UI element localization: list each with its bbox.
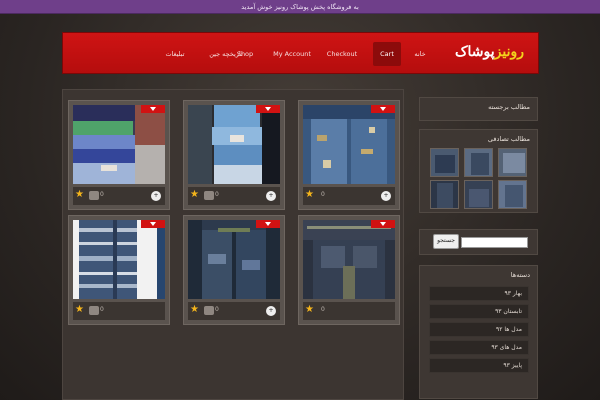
product-image[interactable] (303, 220, 395, 299)
product-grid: ★ 0 + ★ 0 + ★ 0 + ★ 0 ★ 0 + ★ 0 (62, 89, 404, 400)
product-action-bar: ★ 0 (73, 302, 165, 320)
product-dropdown-button[interactable] (141, 105, 165, 113)
category-item[interactable]: مدل های ۹۳ (429, 340, 529, 355)
star-icon[interactable]: ★ (75, 304, 87, 316)
product-image[interactable] (303, 105, 395, 184)
product-card[interactable]: ★ 0 + (183, 215, 285, 325)
product-action-bar: ★ 0 + (188, 187, 280, 205)
random-thumb[interactable] (498, 148, 527, 177)
comment-count: 0 (100, 306, 104, 313)
welcome-text: به فروشگاه پخش پوشاک رونیز خوش آمدید (241, 2, 359, 11)
nav-item-checkout[interactable]: Checkout (325, 42, 359, 66)
product-action-bar: ★ 0 (303, 302, 395, 320)
product-dropdown-button[interactable] (256, 220, 280, 228)
featured-widget: مطالب برجسته (419, 97, 538, 121)
star-icon[interactable]: ★ (305, 304, 317, 316)
random-posts-title: مطالب تصادفی (487, 135, 530, 143)
star-icon[interactable]: ★ (305, 189, 317, 201)
category-item[interactable]: مدل ها ۹۲ (429, 322, 529, 337)
add-to-cart-button[interactable]: + (381, 191, 391, 201)
comment-count: 0 (321, 306, 325, 313)
chevron-down-icon (150, 222, 156, 226)
comment-icon[interactable] (204, 306, 214, 315)
search-input[interactable] (461, 237, 528, 248)
comment-count: 0 (215, 306, 219, 313)
comment-count: 0 (215, 191, 219, 198)
star-icon[interactable]: ★ (75, 189, 87, 201)
add-to-cart-button[interactable]: + (266, 306, 276, 316)
product-image[interactable] (188, 220, 280, 299)
nav-item-shop[interactable]: Shop (231, 42, 259, 66)
search-button[interactable]: جستجو (433, 234, 459, 249)
site-logo[interactable]: رونیزپوشاک (455, 44, 524, 60)
product-dropdown-button[interactable] (371, 220, 395, 228)
logo-part-1: پوشاک (454, 44, 495, 60)
product-action-bar: ★ 0 + (303, 187, 395, 205)
featured-title: مطالب برجسته (488, 103, 530, 111)
category-item[interactable]: تابستان ۹۳ (429, 304, 529, 319)
nav-item-cart[interactable]: Cart (373, 42, 401, 66)
nav-item-my-account[interactable]: My Account (269, 42, 315, 66)
star-icon[interactable]: ★ (190, 189, 202, 201)
random-thumb[interactable] (464, 148, 493, 177)
comment-icon[interactable] (89, 191, 99, 200)
random-thumb[interactable] (464, 180, 493, 209)
categories-widget: دسته‌ها بهار ۹۳ تابستان ۹۳ مدل ها ۹۲ مدل… (419, 265, 538, 399)
site-header: تبلیغات تاریخچه جین Shop My Account Chec… (62, 32, 539, 74)
comment-icon[interactable] (204, 191, 214, 200)
random-thumb[interactable] (430, 148, 459, 177)
comment-count: 0 (321, 191, 325, 198)
product-card[interactable]: ★ 0 + (68, 100, 170, 210)
product-action-bar: ★ 0 + (188, 302, 280, 320)
comment-icon[interactable] (89, 306, 99, 315)
nav-item-home[interactable]: خانه (409, 42, 431, 66)
product-action-bar: ★ 0 + (73, 187, 165, 205)
product-image[interactable] (188, 105, 280, 184)
product-dropdown-button[interactable] (141, 220, 165, 228)
chevron-down-icon (380, 107, 386, 111)
chevron-down-icon (150, 107, 156, 111)
product-card[interactable]: ★ 0 + (298, 100, 400, 210)
product-card[interactable]: ★ 0 + (183, 100, 285, 210)
product-dropdown-button[interactable] (371, 105, 395, 113)
add-to-cart-button[interactable]: + (266, 191, 276, 201)
chevron-down-icon (380, 222, 386, 226)
random-thumb[interactable] (498, 180, 527, 209)
product-image[interactable] (73, 220, 165, 299)
welcome-bar: به فروشگاه پخش پوشاک رونیز خوش آمدید (0, 0, 600, 14)
product-dropdown-button[interactable] (256, 105, 280, 113)
product-card[interactable]: ★ 0 (68, 215, 170, 325)
star-icon[interactable]: ★ (190, 304, 202, 316)
categories-title: دسته‌ها (510, 271, 530, 279)
chevron-down-icon (265, 107, 271, 111)
add-to-cart-button[interactable]: + (151, 191, 161, 201)
product-image[interactable] (73, 105, 165, 184)
product-card[interactable]: ★ 0 (298, 215, 400, 325)
chevron-down-icon (265, 222, 271, 226)
category-item[interactable]: پاییز ۹۳ (429, 358, 529, 373)
random-thumb[interactable] (430, 180, 459, 209)
random-posts-widget: مطالب تصادفی (419, 129, 538, 213)
category-item[interactable]: بهار ۹۳ (429, 286, 529, 301)
logo-part-2: رونیز (494, 44, 524, 60)
nav-item-ads[interactable]: تبلیغات (157, 42, 193, 66)
comment-count: 0 (100, 191, 104, 198)
